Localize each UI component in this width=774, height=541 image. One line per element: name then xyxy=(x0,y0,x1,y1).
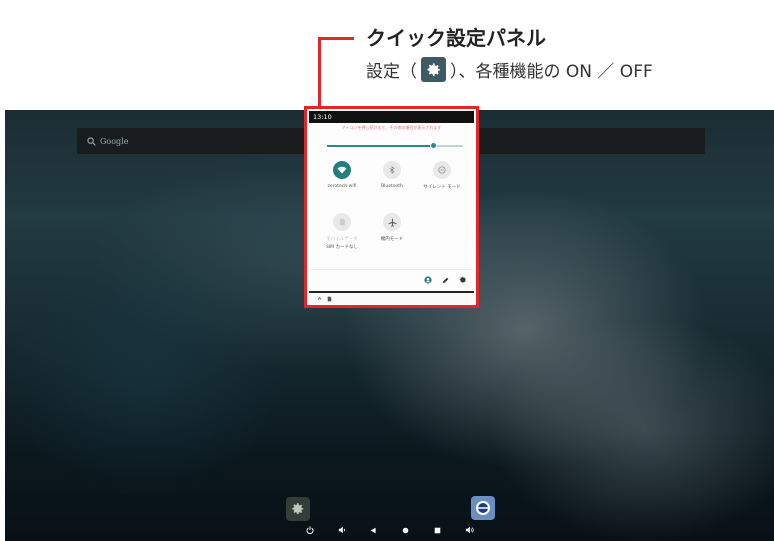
bluetooth-icon xyxy=(383,161,401,179)
search-icon xyxy=(87,136,96,146)
tile-mobile-data[interactable]: モバイルデータ SIM カードなし xyxy=(316,213,368,250)
edit-icon[interactable] xyxy=(440,275,450,285)
quick-settings-panel: 13:10 アイコンを押し続けると、その他の項目が表示されます zerotech… xyxy=(304,106,479,308)
search-placeholder: Google xyxy=(100,136,129,146)
navigation-bar xyxy=(5,519,774,541)
callout-desc-before: 設定（ xyxy=(366,62,417,82)
recents-icon[interactable] xyxy=(422,519,454,541)
sim-card-icon xyxy=(327,296,332,301)
brightness-fill xyxy=(327,145,434,147)
brightness-slider[interactable] xyxy=(327,142,463,149)
tile-label: モバイルデータ xyxy=(326,237,358,242)
brightness-thumb[interactable] xyxy=(429,142,437,149)
tile-label: zerotech-wifi xyxy=(327,184,357,189)
settings-app-icon[interactable] xyxy=(286,497,310,521)
quick-settings-body: アイコンを押し続けると、その他の項目が表示されます zerotech-wifi … xyxy=(309,123,474,291)
status-bar-time: 13:10 xyxy=(309,111,474,123)
dnd-icon xyxy=(433,161,451,179)
wifi-icon xyxy=(333,161,351,179)
notification-row[interactable] xyxy=(309,293,474,304)
callout-line xyxy=(318,37,321,107)
tile-label: サイレント モード xyxy=(423,185,461,190)
sim-icon xyxy=(333,213,351,231)
airplane-icon xyxy=(383,213,401,231)
callout-desc-after: ）、各種機能の ON ／ OFF xyxy=(450,62,653,82)
home-icon[interactable] xyxy=(390,519,422,541)
tile-do-not-disturb[interactable]: サイレント モード xyxy=(416,161,468,190)
tile-bluetooth[interactable]: Bluetooth xyxy=(366,161,418,189)
quick-settings-footer xyxy=(309,269,474,289)
user-icon[interactable] xyxy=(423,275,433,285)
tile-sublabel: SIM カードなし xyxy=(326,245,358,250)
callout-description: 設定（ ）、各種機能の ON ／ OFF xyxy=(366,57,653,82)
quick-settings-hint: アイコンを押し続けると、その他の項目が表示されます xyxy=(341,125,442,130)
tile-label: Bluetooth xyxy=(381,184,403,189)
volume-up-icon[interactable] xyxy=(454,519,486,541)
back-icon[interactable] xyxy=(358,519,390,541)
callout-line xyxy=(318,37,354,40)
volume-down-icon[interactable] xyxy=(326,519,358,541)
gear-icon xyxy=(421,57,446,82)
tile-wifi[interactable]: zerotech-wifi xyxy=(316,161,368,189)
tile-label: 機内モード xyxy=(380,237,404,242)
settings-gear-icon[interactable] xyxy=(458,275,468,285)
callout-title: クイック設定パネル xyxy=(366,26,546,50)
tile-airplane-mode[interactable]: 機内モード xyxy=(366,213,418,242)
power-icon[interactable] xyxy=(294,519,326,541)
browser-app-icon[interactable] xyxy=(471,496,495,520)
chevron-icon xyxy=(317,296,322,300)
